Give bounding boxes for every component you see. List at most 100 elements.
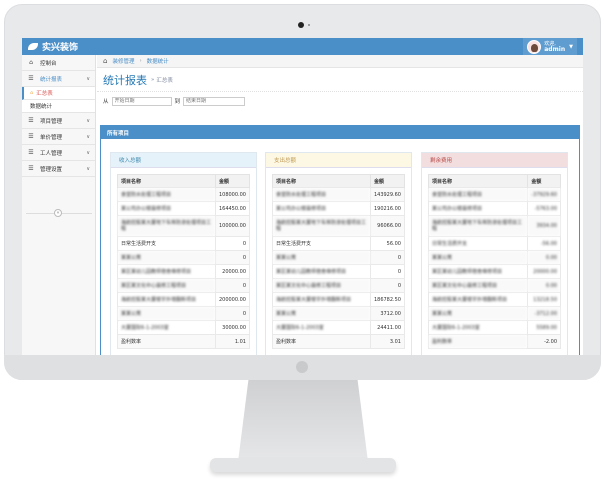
amount-cell: 56.00: [369, 236, 406, 251]
project-name-cell: 某某公寓: [117, 306, 216, 321]
column-header-name: 项目名称: [117, 174, 216, 188]
sidebar-item-settings[interactable]: ☰ 管理设置 ∨: [22, 161, 95, 177]
column-header-amount: 金额: [369, 174, 406, 188]
summary-table: 项目名称 金额 食堂防水处理工程项目 -37929.60 某公司办公楼装修项目 -5763…: [427, 174, 561, 349]
amount-cell: 143929.60: [369, 187, 406, 202]
user-menu[interactable]: 欢迎, admin ▼: [523, 38, 577, 55]
sidebar-item-dashboard[interactable]: ⌂ 控制台: [22, 55, 95, 71]
sidebar-item-reports[interactable]: ☰ 统计报表 ∨: [22, 71, 95, 87]
column-title: 收入总额: [111, 153, 256, 168]
chevron-down-icon: ∨: [86, 149, 90, 156]
table-row: 某区某幼儿园教师宿舍维修项目 20000.00: [117, 264, 251, 279]
screen: 实兴装饰 欢迎, admin ▼ ⌂ 控制台 ☰ 统计报表 ∨ ⌂ 汇总表 数据…: [22, 38, 583, 355]
breadcrumb-separator: ›: [139, 58, 142, 64]
breadcrumb-home[interactable]: 装修管理: [112, 57, 134, 65]
expense-column: 支出总额 项目名称 金额 食堂防水处理工程项目 143929.60 某公司办公楼装修项目 1…: [265, 152, 412, 355]
project-name-cell: 大厦国际6-1-2003室: [272, 320, 371, 335]
project-name-cell: 日常生活费开支: [272, 236, 371, 251]
amount-cell: 0: [214, 306, 251, 321]
amount-cell: -5763.00: [527, 201, 561, 216]
breadcrumb-current[interactable]: 数据统计: [147, 57, 169, 65]
summary-table: 项目名称 金额 食堂防水处理工程项目 143929.60 某公司办公楼装修项目 19021…: [272, 174, 406, 349]
user-info: 欢迎, admin: [544, 41, 565, 53]
amount-cell: 0: [214, 236, 251, 251]
amount-cell: 20000.00: [527, 264, 561, 279]
project-name-cell: 某公司办公楼装修项目: [427, 201, 529, 216]
amount-cell: 186782.50: [369, 292, 406, 307]
project-name-cell: 海航控股某大厦楼宇外墙翻新项目: [117, 292, 216, 307]
monitor-stand: [238, 380, 368, 462]
home-icon: ⌂: [103, 57, 108, 65]
table-row: 某公司办公楼装修项目 164450.00: [117, 201, 251, 216]
page-subtitle: 汇总表: [156, 77, 173, 84]
project-name-cell: 海航控股某大厦地下车库防渗处理项目工程: [427, 215, 529, 237]
camera-sensor: [308, 24, 310, 26]
amount-cell: 20000.00: [214, 264, 251, 279]
table-row: 海航控股某大厦楼宇外墙翻新项目 186782.50: [272, 292, 406, 307]
amount-cell: 0: [369, 278, 406, 293]
summary-table: 项目名称 金额 食堂防水处理工程项目 108000.00 某公司办公楼装修项目 16445…: [117, 174, 251, 349]
amount-cell: 0.00: [527, 250, 561, 265]
project-name-cell: 大厦国际6-1-2003室: [117, 320, 216, 335]
project-name-cell: 盈利数率: [272, 334, 371, 349]
end-date-input[interactable]: [183, 96, 246, 106]
project-name-cell: 盈利数率: [427, 334, 529, 349]
amount-cell: 24411.00: [369, 320, 406, 335]
brand[interactable]: 实兴装饰: [28, 40, 78, 53]
amount-cell: 3712.00: [369, 306, 406, 321]
collapse-sidebar-button[interactable]: «: [54, 209, 62, 217]
table-row: 某区某文化中心装修工程项目 0.00: [427, 278, 561, 293]
chevron-down-icon: ∨: [86, 117, 90, 124]
table-row: 海航控股某大厦楼宇外墙翻新项目 200000.00: [117, 292, 251, 307]
project-name-cell: 某区某文化中心装修工程项目: [117, 278, 216, 293]
project-name-cell: 某公司办公楼装修项目: [272, 201, 371, 216]
column-header-name: 项目名称: [272, 174, 371, 188]
list-icon: ☰: [28, 149, 34, 156]
amount-cell: -37929.60: [527, 187, 561, 202]
sidebar-item-label: 工人管理: [40, 150, 63, 157]
sidebar-item-projects[interactable]: ☰ 项目管理 ∨: [22, 113, 95, 129]
amount-cell: -2.00: [527, 334, 561, 349]
amount-cell: -3712.00: [527, 306, 561, 321]
sidebar-subitem-summary[interactable]: ⌂ 汇总表: [22, 87, 95, 100]
list-icon: ☰: [28, 133, 34, 140]
page-subtitle-chevron-icon: »: [151, 76, 155, 83]
table-row: 某某公寓 -3712.00: [427, 306, 561, 321]
page-title: 统计报表: [103, 73, 147, 87]
dashboard-icon: ⌂: [29, 59, 33, 66]
amount-cell: 190216.00: [369, 201, 406, 216]
sidebar-item-label: 单价管理: [40, 134, 63, 141]
project-name-cell: 食堂防水处理工程项目: [272, 187, 371, 202]
sidebar-subitem-statistics[interactable]: 数据统计: [22, 100, 95, 113]
list-icon: ☰: [28, 117, 34, 124]
table-row: 某某公寓 0: [117, 306, 251, 321]
amount-cell: 1.01: [214, 334, 251, 349]
project-name-cell: 日常生活费开支: [427, 236, 529, 251]
column-header-name: 项目名称: [427, 174, 529, 188]
table-row: 某某公寓 0: [272, 250, 406, 265]
sidebar-subitem-label: 数据统计: [30, 104, 53, 110]
project-name-cell: 某区某幼儿园教师宿舍维修项目: [117, 264, 216, 279]
sidebar-item-label: 项目管理: [40, 118, 63, 125]
to-label: 到: [174, 99, 181, 105]
amount-cell: 108000.00: [214, 187, 251, 202]
project-name-cell: 某区某幼儿园教师宿舍维修项目: [427, 264, 529, 279]
all-projects-panel: 所有项目 收入总额 项目名称 金额 食堂防水处理工程项目 108000.00 某公司办公楼…: [100, 125, 580, 355]
top-navbar: 实兴装饰 欢迎, admin ▼: [22, 38, 583, 55]
project-name-cell: 某某公寓: [427, 250, 529, 265]
start-date-input[interactable]: [111, 96, 172, 106]
table-row: 食堂防水处理工程项目 -37929.60: [427, 187, 561, 202]
sidebar-item-label: 统计报表: [40, 76, 63, 83]
amount-cell: 5589.00: [527, 320, 561, 335]
amount-cell: 200000.00: [214, 292, 251, 307]
amount-cell: 0.00: [527, 278, 561, 293]
table-row: 海航控股某大厦地下车库防渗处理项目工程 100000.00: [117, 215, 251, 237]
sidebar-item-workers[interactable]: ☰ 工人管理 ∨: [22, 145, 95, 161]
project-name-cell: 盈利数率: [117, 334, 216, 349]
project-name-cell: 海航控股某大厦地下车库防渗处理项目工程: [117, 215, 216, 237]
table-row: 海航控股某大厦地下车库防渗处理项目工程 96066.00: [272, 215, 406, 237]
panel-body: 收入总额 项目名称 金额 食堂防水处理工程项目 108000.00 某公司办公楼装修项目 1…: [101, 139, 579, 355]
sidebar-item-prices[interactable]: ☰ 单价管理 ∨: [22, 129, 95, 145]
table-row: 大厦国际6-1-2003室 30000.00: [117, 320, 251, 335]
column-title: 支出总额: [266, 153, 411, 168]
